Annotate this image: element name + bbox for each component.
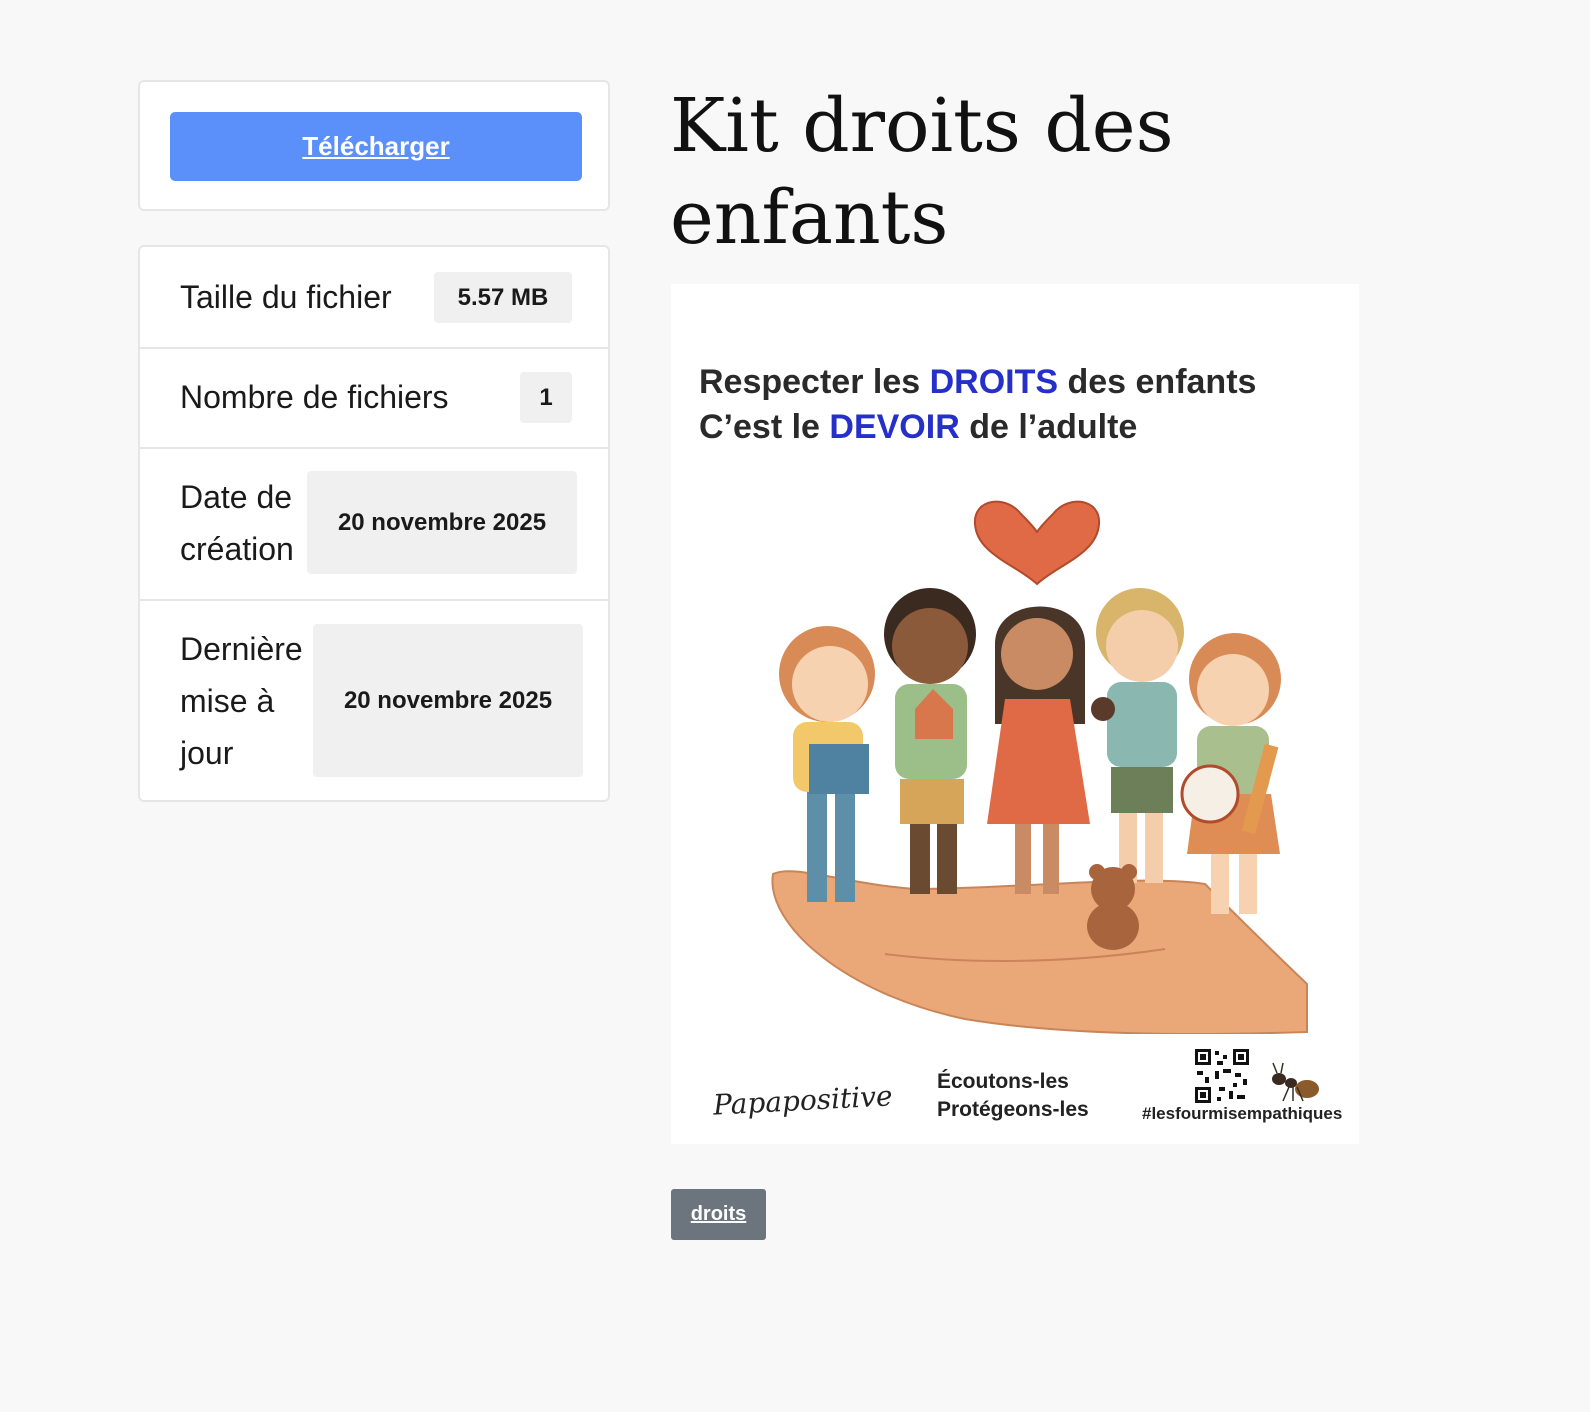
poster-text: de l’adulte <box>959 408 1138 446</box>
poster-slogan-line: Écoutons-les <box>937 1070 1069 1093</box>
ant-icon <box>1272 1062 1319 1102</box>
file-count-row: Nombre de fichiers 1 <box>140 347 608 449</box>
creation-date-row: Date de création 20 novembre 2025 <box>140 447 608 601</box>
file-size-row: Taille du fichier 5.57 MB <box>140 247 608 349</box>
children-on-hand-illustration <box>771 500 1308 1034</box>
poster-text: C’est le <box>699 408 830 446</box>
file-count-value: 1 <box>520 372 572 423</box>
poster-brand: Papapositive <box>712 1079 894 1122</box>
poster-image: Respecter les DROITS des enfants C’est l… <box>671 284 1359 1144</box>
file-count-label: Nombre de fichiers <box>180 379 449 415</box>
poster-text: des enfants <box>1058 363 1257 401</box>
poster-highlight: DROITS <box>929 363 1059 401</box>
updated-date-row: Dernière mise à jour 20 novembre 2025 <box>140 599 608 802</box>
poster-slogan: Écoutons-les Protégeons-les <box>937 1068 1089 1124</box>
poster-hashtag: #lesfourmisempathiques <box>1142 1104 1343 1123</box>
updated-date-label: Dernière mise à jour <box>180 631 303 771</box>
tag-droits[interactable]: droits <box>671 1189 766 1240</box>
qr-code-icon <box>1193 1047 1251 1105</box>
page-title: Kit droits des enfants <box>670 83 1174 261</box>
poster-slogan-line: Protégeons-les <box>937 1098 1089 1121</box>
creation-date-value: 20 novembre 2025 <box>307 471 577 574</box>
download-button[interactable]: Télécharger <box>170 112 582 181</box>
creation-date-label: Date de création <box>180 479 294 567</box>
download-card: Télécharger <box>138 80 610 211</box>
poster-headline: Respecter les DROITS des enfants C’est l… <box>699 360 1256 450</box>
updated-date-value: 20 novembre 2025 <box>313 624 583 777</box>
file-size-value: 5.57 MB <box>434 272 572 323</box>
file-info-card: Taille du fichier 5.57 MB Nombre de fich… <box>138 245 610 802</box>
file-size-label: Taille du fichier <box>180 279 392 315</box>
poster-text: Respecter les <box>699 363 930 401</box>
poster-highlight: DEVOIR <box>829 408 960 446</box>
